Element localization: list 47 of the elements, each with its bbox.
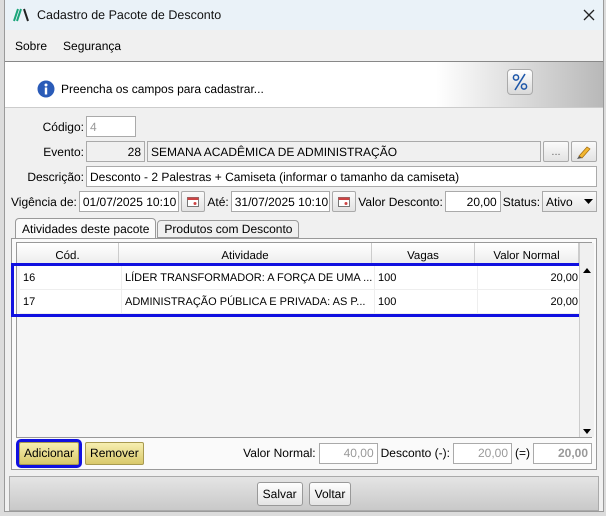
tab[interactable]: Atividades deste pacote [15,218,156,238]
info-message: Preencha os campos para cadastrar... [61,82,265,96]
window-title: Cadastro de Pacote de Desconto [37,8,222,22]
table-cell: 100 [375,290,478,313]
calendar-button[interactable] [332,191,356,212]
table-cell: 100 [375,266,478,289]
column-header[interactable]: Vagas [372,243,475,263]
app-logo-icon [13,8,29,22]
field-label: Desconto (-): [380,446,450,460]
calendar-icon [338,196,350,206]
dropdown-arrow-icon [584,199,593,204]
event-id-field[interactable]: 28 [86,141,145,162]
field-label: Vigência de: [11,194,77,208]
table-cell: 16 [20,266,122,289]
close-icon[interactable] [583,9,595,21]
date-field[interactable]: 31/07/2025 10:10 [230,191,330,212]
table-cell: LÍDER TRANSFORMADOR: A FORÇA DE UMA ... [122,266,375,289]
column-header[interactable]: Atividade [119,243,372,263]
menu-item[interactable]: Sobre [15,38,48,52]
table-cell: 17 [20,290,122,313]
lookup-button[interactable]: ... [543,141,569,162]
pencil-icon [576,144,592,160]
field-label: Valor Normal: [243,446,316,460]
action-button[interactable]: Remover [85,442,144,464]
event-name-field[interactable]: SEMANA ACADÊMICA DE ADMINISTRAÇÃO [147,141,541,162]
info-icon [37,80,55,98]
edit-button[interactable] [571,141,597,162]
date-field[interactable]: 01/07/2025 10:10 [78,191,179,212]
column-header[interactable]: Cód. [17,243,119,263]
menu-item[interactable]: Segurança [63,38,122,52]
field-label: Evento: [42,144,84,158]
calendar-button[interactable] [180,191,206,212]
field-label: Valor Desconto: [358,194,443,208]
field-label: Descrição: [26,170,84,184]
discount-field[interactable]: 20,00 [444,191,501,212]
footer-button[interactable]: Salvar [256,482,303,506]
field-label: (=) [515,446,530,460]
status-dropdown[interactable]: Ativo [542,191,597,212]
calendar-icon [187,196,200,206]
field-label: Status: [502,194,540,208]
percent-icon [507,68,533,94]
description-field[interactable]: Desconto - 2 Palestras + Camiseta (informar o tamanho da camiseta) [86,166,597,187]
footer-button[interactable]: Voltar [308,482,352,506]
field-label: Até: [207,194,229,208]
field-label: Código: [42,120,84,134]
table-cell: ADMINISTRAÇÃO PÚBLICA E PRIVADA: AS P... [122,290,375,313]
tab[interactable]: Produtos com Desconto [157,220,300,238]
